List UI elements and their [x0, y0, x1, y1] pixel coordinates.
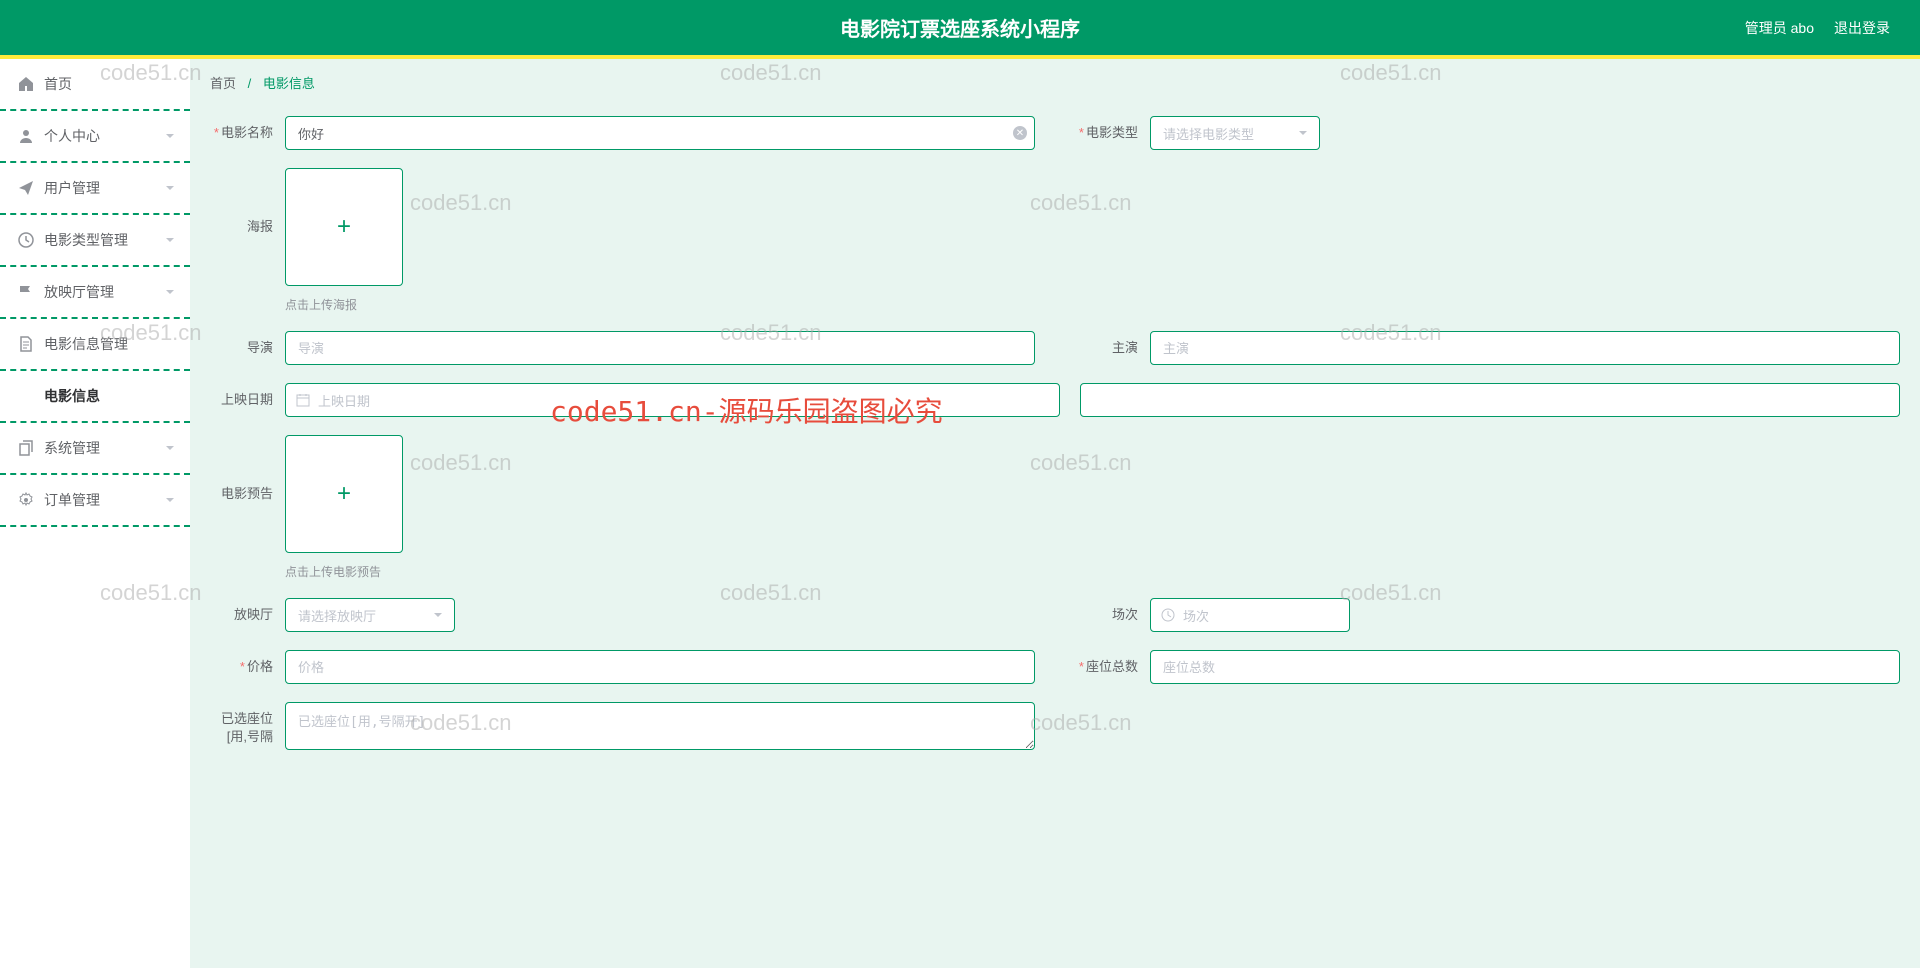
sidebar-item-label: 用户管理: [44, 178, 100, 198]
sidebar-item-profile[interactable]: 个人中心: [0, 111, 190, 163]
sidebar-item-orders[interactable]: 订单管理: [0, 475, 190, 527]
sidebar-item-label: 个人中心: [44, 126, 100, 146]
row-seats-selected: 已选座位[用,号隔: [210, 702, 1035, 753]
sidebar-item-label: 订单管理: [44, 490, 100, 510]
user-icon: [18, 128, 34, 144]
sidebar-item-label: 系统管理: [44, 438, 100, 458]
chevron-down-icon: [1297, 127, 1309, 139]
chevron-down-icon: [165, 287, 175, 297]
price-input[interactable]: [285, 650, 1035, 684]
send-icon: [18, 180, 34, 196]
release-extra-input[interactable]: [1080, 383, 1900, 417]
chevron-down-icon: [432, 609, 444, 621]
gear-icon: [18, 492, 34, 508]
chevron-down-icon: [165, 183, 175, 193]
row-actor: 主演: [1075, 331, 1900, 365]
chevron-down-icon: [165, 443, 175, 453]
hall-select[interactable]: 请选择放映厅: [285, 598, 455, 632]
logout-link[interactable]: 退出登录: [1834, 18, 1890, 38]
breadcrumb-separator: /: [248, 76, 252, 91]
trailer-hint: 点击上传电影预告: [285, 563, 1900, 580]
home-icon: [18, 76, 34, 92]
app-title: 电影院订票选座系统小程序: [840, 13, 1080, 42]
poster-upload[interactable]: +: [285, 168, 403, 286]
sidebar-item-home[interactable]: 首页: [0, 59, 190, 111]
session-input[interactable]: 场次: [1150, 598, 1350, 632]
document-icon: [18, 336, 34, 352]
sidebar-item-movietype[interactable]: 电影类型管理: [0, 215, 190, 267]
row-poster: 海报 + 点击上传海报: [210, 168, 1900, 313]
sidebar-sub-movieinfo[interactable]: 电影信息: [0, 371, 190, 423]
clock-icon: [1161, 608, 1175, 622]
breadcrumb-home[interactable]: 首页: [210, 76, 236, 91]
seats-total-input[interactable]: [1150, 650, 1900, 684]
breadcrumb-current: 电影信息: [263, 76, 315, 91]
row-movie-type: *电影类型 请选择电影类型: [1075, 116, 1900, 150]
sidebar-item-label: 首页: [44, 74, 72, 94]
sidebar-item-label: 电影类型管理: [44, 230, 128, 250]
plus-icon: +: [337, 213, 351, 241]
sidebar-item-movieinfo[interactable]: 电影信息管理: [0, 319, 190, 371]
row-trailer: 电影预告 + 点击上传电影预告: [210, 435, 1900, 580]
sidebar-item-hall[interactable]: 放映厅管理: [0, 267, 190, 319]
clock-icon: [18, 232, 34, 248]
calendar-icon: [296, 393, 310, 407]
sidebar-item-users[interactable]: 用户管理: [0, 163, 190, 215]
sidebar-item-label: 电影信息管理: [44, 334, 128, 354]
plus-icon: +: [337, 480, 351, 508]
sidebar: 首页 个人中心 用户管理 电影类型管理 放映厅管理 电影信息管理 电影信息: [0, 59, 190, 968]
flag-icon: [18, 284, 34, 300]
chevron-down-icon: [165, 131, 175, 141]
sidebar-item-system[interactable]: 系统管理: [0, 423, 190, 475]
row-hall: 放映厅 请选择放映厅: [210, 598, 1035, 632]
copy-icon: [18, 440, 34, 456]
director-input[interactable]: [285, 331, 1035, 365]
release-date-input[interactable]: 上映日期: [285, 383, 1060, 417]
chevron-down-icon: [165, 495, 175, 505]
chevron-down-icon: [165, 235, 175, 245]
trailer-upload[interactable]: +: [285, 435, 403, 553]
clear-icon[interactable]: ✕: [1013, 126, 1027, 140]
poster-hint: 点击上传海报: [285, 296, 1900, 313]
admin-label[interactable]: 管理员 abo: [1745, 18, 1814, 38]
sidebar-item-label: 放映厅管理: [44, 282, 114, 302]
header: 电影院订票选座系统小程序 管理员 abo 退出登录: [0, 0, 1920, 55]
main-content: 首页 / 电影信息 *电影名称 ✕ *电影类型 请选择电影类型: [190, 59, 1920, 968]
actor-input[interactable]: [1150, 331, 1900, 365]
row-seats-total: *座位总数: [1075, 650, 1900, 684]
seats-selected-input[interactable]: [285, 702, 1035, 750]
row-release-date: 上映日期 上映日期: [210, 383, 1900, 417]
row-director: 导演: [210, 331, 1035, 365]
header-right: 管理员 abo 退出登录: [1745, 18, 1890, 38]
row-movie-name: *电影名称 ✕: [210, 116, 1035, 150]
form-area: *电影名称 ✕ *电影类型 请选择电影类型: [190, 106, 1920, 801]
movie-name-input[interactable]: [285, 116, 1035, 150]
breadcrumb: 首页 / 电影信息: [190, 59, 1920, 106]
row-price: *价格: [210, 650, 1035, 684]
row-session: 场次 场次: [1075, 598, 1900, 632]
movie-type-select[interactable]: 请选择电影类型: [1150, 116, 1320, 150]
